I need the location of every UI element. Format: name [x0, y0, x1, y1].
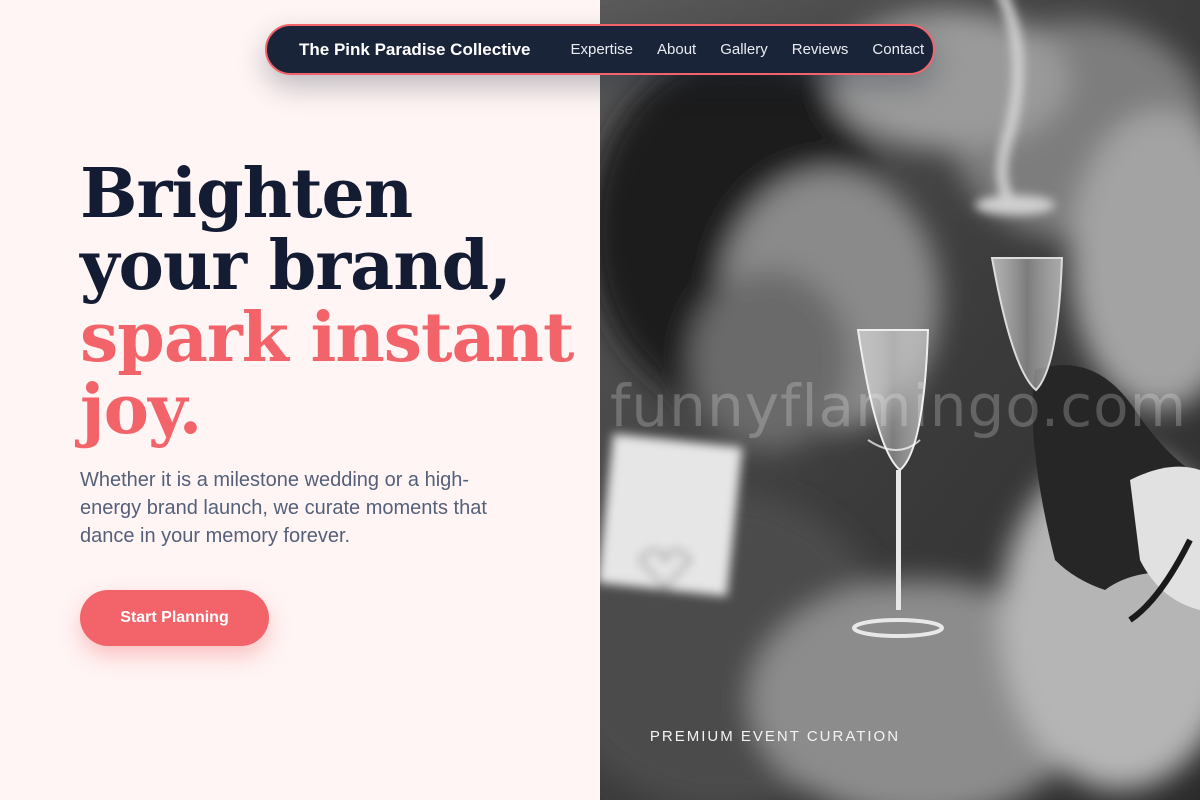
nav-link-about[interactable]: About: [657, 41, 696, 58]
start-planning-button[interactable]: Start Planning: [80, 590, 269, 646]
top-navigation-bar: The Pink Paradise Collective Expertise A…: [265, 24, 935, 75]
hero-subtext: Whether it is a milestone wedding or a h…: [80, 469, 487, 547]
nav-link-gallery[interactable]: Gallery: [720, 41, 768, 58]
headline-line-2: your brand,: [80, 226, 512, 306]
headline-accent-line-1: spark instant: [80, 298, 574, 378]
hero-headline: Brighten your brand, spark instant joy.: [80, 158, 580, 446]
nav-link-contact[interactable]: Contact: [872, 41, 924, 58]
headline-line-1: Brighten: [80, 154, 413, 234]
headline-accent-line-2: joy.: [80, 370, 202, 450]
nav-link-reviews[interactable]: Reviews: [792, 41, 849, 58]
brand-logo-text[interactable]: The Pink Paradise Collective: [299, 40, 530, 60]
image-caption: PREMIUM EVENT CURATION: [649, 728, 901, 745]
nav-link-expertise[interactable]: Expertise: [570, 41, 633, 58]
watermark-text: funnyflamingo.com: [610, 372, 1188, 440]
nav-links: Expertise About Gallery Reviews Contact: [570, 41, 924, 58]
